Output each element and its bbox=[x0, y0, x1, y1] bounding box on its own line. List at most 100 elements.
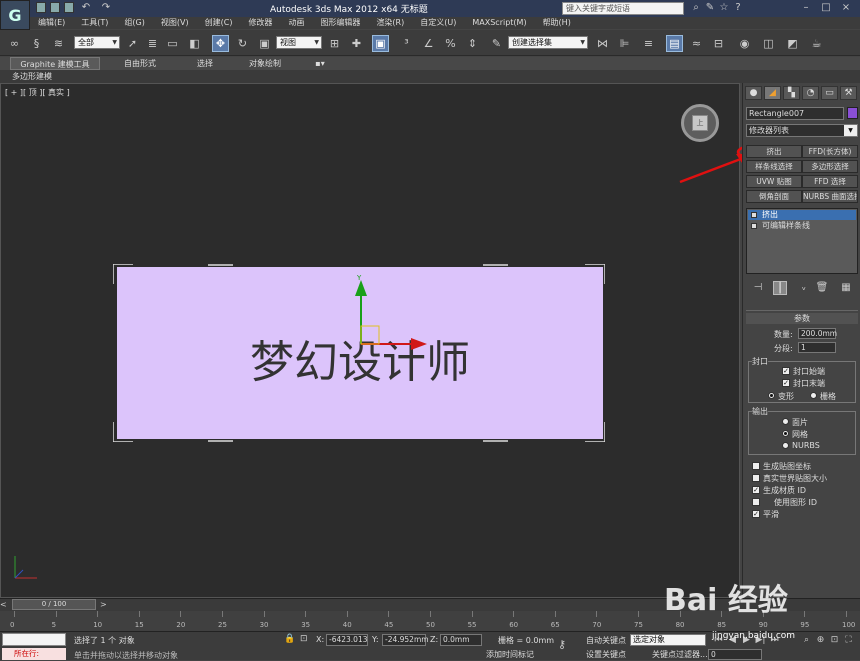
mirror-icon[interactable]: ⋈ bbox=[594, 35, 611, 52]
select-manipulate-icon[interactable]: ✚ bbox=[348, 35, 365, 52]
menu-item[interactable]: 修改器 bbox=[240, 17, 280, 29]
expand-icon[interactable] bbox=[751, 223, 757, 229]
zoom-icon[interactable]: ⌕ bbox=[800, 634, 813, 646]
render-setup-icon[interactable]: ◫ bbox=[760, 35, 777, 52]
next-frame-icon[interactable]: > bbox=[100, 600, 107, 609]
tab-selection[interactable]: 选择 bbox=[180, 57, 230, 70]
poly-select-button[interactable]: 多边形选择 bbox=[802, 160, 858, 173]
grid-radio[interactable] bbox=[810, 392, 817, 399]
uvw-map-button[interactable]: UVW 贴图 bbox=[746, 175, 802, 188]
smooth-checkbox[interactable]: ✓ bbox=[752, 510, 760, 518]
new-file-icon[interactable] bbox=[36, 2, 46, 13]
auto-key-button[interactable]: 自动关键点 bbox=[586, 635, 626, 646]
stack-item-editable-spline[interactable]: 可编辑样条线 bbox=[748, 221, 856, 231]
menu-item[interactable]: 渲染(R) bbox=[368, 17, 412, 29]
search-icon[interactable]: ⌕ bbox=[690, 2, 702, 14]
polygon-modeling-label[interactable]: 多边形建模 bbox=[12, 71, 52, 82]
select-rotate-icon[interactable]: ↻ bbox=[234, 35, 251, 52]
z-coord-input[interactable]: 0.0mm bbox=[440, 634, 482, 646]
patch-radio[interactable] bbox=[782, 418, 789, 425]
nurbs-surface-select-button[interactable]: NURBS 曲面选择 bbox=[802, 190, 858, 203]
spline-select-button[interactable]: 样条线选择 bbox=[746, 160, 802, 173]
redo-icon[interactable]: ↷ bbox=[100, 2, 112, 14]
motion-tab-icon[interactable]: ◔ bbox=[802, 86, 819, 100]
link-icon[interactable]: ∞ bbox=[6, 35, 23, 52]
add-time-tag[interactable]: 添加时间标记 bbox=[486, 649, 534, 660]
select-by-name-icon[interactable]: ≣ bbox=[144, 35, 161, 52]
rect-selection-icon[interactable]: ▭ bbox=[164, 35, 181, 52]
curve-editor-icon[interactable]: ≈ bbox=[688, 35, 705, 52]
menu-item[interactable]: 视图(V) bbox=[153, 17, 197, 29]
maximize-icon[interactable]: □ bbox=[820, 2, 832, 14]
tab-graphite[interactable]: Graphite 建模工具 bbox=[10, 57, 100, 70]
named-selection-dropdown[interactable]: 创建选择集 bbox=[508, 36, 588, 49]
configure-sets-icon[interactable]: ▦ bbox=[839, 281, 853, 295]
zoom-all-icon[interactable]: ⊕ bbox=[814, 634, 827, 646]
schematic-view-icon[interactable]: ⊟ bbox=[710, 35, 727, 52]
remove-modifier-icon[interactable]: 🗑 bbox=[815, 281, 829, 295]
maximize-viewport-icon[interactable]: ⛶ bbox=[842, 634, 855, 646]
pin-stack-icon[interactable]: ⊣ bbox=[751, 281, 765, 295]
move-gizmo[interactable]: Y bbox=[341, 274, 441, 364]
real-world-checkbox[interactable] bbox=[752, 474, 760, 482]
viewport-top[interactable]: [ + ][ 顶 ][ 真实 ] 上 梦幻设计师 Y bbox=[0, 83, 740, 598]
render-production-icon[interactable]: ☕ bbox=[808, 35, 825, 52]
menu-item[interactable]: 编辑(E) bbox=[30, 17, 73, 29]
star-icon[interactable]: ☆ bbox=[718, 2, 730, 14]
tools-icon[interactable]: ✎ bbox=[704, 2, 716, 14]
menu-item[interactable]: 帮助(H) bbox=[535, 17, 579, 29]
nurbs-radio[interactable] bbox=[782, 442, 789, 449]
menu-item[interactable]: 创建(C) bbox=[197, 17, 241, 29]
app-logo-button[interactable]: G bbox=[0, 0, 30, 30]
open-file-icon[interactable] bbox=[50, 2, 60, 13]
lock-icon[interactable]: 🔒 bbox=[284, 634, 295, 644]
y-coord-input[interactable]: -24.952mm bbox=[382, 634, 429, 646]
angle-snap-icon[interactable]: ∠ bbox=[420, 35, 437, 52]
maxscript-input[interactable] bbox=[2, 633, 66, 646]
search-input[interactable]: 键入关键字或短语 bbox=[562, 2, 684, 15]
reference-coord-dropdown[interactable]: 视图 bbox=[276, 36, 322, 49]
viewcube[interactable]: 上 bbox=[681, 104, 719, 142]
cap-end-checkbox[interactable]: ✓ bbox=[782, 379, 790, 387]
gen-mapping-checkbox[interactable] bbox=[752, 462, 760, 470]
menu-item[interactable]: 图形编辑器 bbox=[312, 17, 368, 29]
close-icon[interactable]: × bbox=[840, 2, 852, 14]
set-key-label[interactable]: 设置关键点 bbox=[586, 649, 626, 660]
morph-radio[interactable] bbox=[768, 392, 775, 399]
mesh-radio[interactable] bbox=[782, 430, 789, 437]
make-unique-icon[interactable]: ᵥ bbox=[797, 281, 811, 295]
viewcube-top-face[interactable]: 上 bbox=[692, 115, 708, 131]
cap-start-checkbox[interactable]: ✓ bbox=[782, 367, 790, 375]
material-editor-icon[interactable]: ◉ bbox=[736, 35, 753, 52]
menu-item[interactable]: 自定义(U) bbox=[412, 17, 464, 29]
selection-set-dropdown[interactable]: 选定对象 bbox=[630, 634, 706, 646]
display-tab-icon[interactable]: ▭ bbox=[821, 86, 838, 100]
select-scale-icon[interactable]: ▣ bbox=[256, 35, 273, 52]
chevron-down-icon[interactable]: ▼ bbox=[844, 125, 857, 136]
menu-item[interactable]: MAXScript(M) bbox=[464, 17, 534, 29]
modify-tab-icon[interactable]: ◢ bbox=[764, 86, 781, 100]
select-object-icon[interactable]: ➚ bbox=[124, 35, 141, 52]
unlink-icon[interactable]: § bbox=[28, 35, 45, 52]
ribbon-options-icon[interactable]: ▪▾ bbox=[310, 57, 330, 70]
bind-space-warp-icon[interactable]: ≋ bbox=[50, 35, 67, 52]
pivot-center-icon[interactable]: ⊞ bbox=[326, 35, 343, 52]
extrude-button[interactable]: 挤出 bbox=[746, 145, 802, 158]
prev-frame-icon[interactable]: < bbox=[0, 600, 7, 609]
object-color-swatch[interactable] bbox=[847, 107, 858, 119]
key-filters-button[interactable]: 关键点过滤器... bbox=[652, 649, 708, 660]
parameters-header[interactable]: 参数 bbox=[746, 313, 858, 324]
rendered-frame-icon[interactable]: ◩ bbox=[784, 35, 801, 52]
viewport-label[interactable]: [ + ][ 顶 ][ 真实 ] bbox=[5, 87, 70, 98]
hierarchy-tab-icon[interactable]: ▚ bbox=[783, 86, 800, 100]
modifier-list-dropdown[interactable]: 修改器列表 bbox=[746, 124, 858, 137]
absolute-mode-icon[interactable]: ⊡ bbox=[300, 634, 308, 644]
amount-input[interactable]: 200.0mm bbox=[798, 328, 837, 339]
help-icon[interactable]: ? bbox=[732, 2, 744, 14]
current-frame-input[interactable]: 0 bbox=[708, 649, 762, 660]
stack-item-extrude[interactable]: 挤出 bbox=[748, 210, 856, 220]
spinner-snap-icon[interactable]: ⇕ bbox=[464, 35, 481, 52]
minimize-icon[interactable]: – bbox=[800, 2, 812, 14]
object-name-field[interactable]: Rectangle007 bbox=[746, 107, 844, 120]
keyboard-shortcut-icon[interactable]: ▣ bbox=[372, 35, 389, 52]
